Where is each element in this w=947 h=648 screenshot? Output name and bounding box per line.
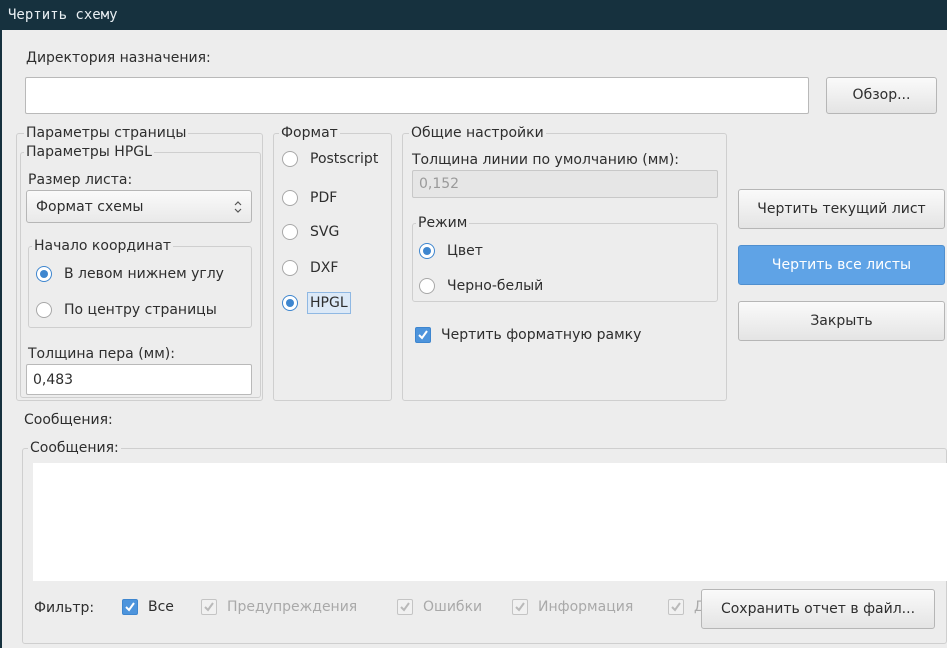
pen-width-input[interactable] bbox=[26, 364, 252, 395]
origin-option-label: В левом нижнем углу bbox=[64, 266, 224, 282]
mode-title: Режим bbox=[416, 215, 470, 231]
radio-selected-icon[interactable] bbox=[419, 243, 435, 259]
filter-errors-checkbox: Ошибки bbox=[397, 597, 497, 617]
plot-current-sheet-button[interactable]: Чертить текущий лист bbox=[738, 189, 945, 229]
radio-icon[interactable] bbox=[36, 302, 52, 318]
plot-all-sheets-button[interactable]: Чертить все листы bbox=[738, 245, 945, 285]
hpgl-params-title: Параметры HPGL bbox=[24, 144, 154, 160]
format-option-label: SVG bbox=[310, 224, 340, 240]
format-option-label: HPGL bbox=[307, 292, 351, 314]
format-option-pdf[interactable]: PDF bbox=[282, 188, 390, 208]
format-option-svg[interactable]: SVG bbox=[282, 222, 390, 242]
filter-label-text: Все bbox=[148, 599, 174, 615]
mode-option-bw[interactable]: Черно-белый bbox=[419, 276, 709, 296]
format-option-label: PDF bbox=[310, 190, 338, 206]
radio-icon[interactable] bbox=[282, 224, 298, 240]
format-title: Формат bbox=[279, 125, 340, 141]
save-report-button[interactable]: Сохранить отчет в файл... bbox=[701, 589, 935, 629]
format-option-dxf[interactable]: DXF bbox=[282, 258, 390, 278]
filter-info-checkbox: Информация bbox=[512, 597, 652, 617]
filter-actions-checkbox: Д bbox=[668, 597, 702, 617]
page-params-title: Параметры страницы bbox=[24, 125, 189, 141]
draw-frame-label: Чертить форматную рамку bbox=[441, 327, 642, 343]
general-title: Общие настройки bbox=[409, 125, 546, 141]
filter-all-checkbox[interactable]: Все bbox=[122, 597, 182, 617]
checkbox-disabled-icon bbox=[397, 599, 413, 615]
format-option-label: Postscript bbox=[310, 151, 379, 167]
origin-option-center[interactable]: По центру страницы bbox=[36, 300, 246, 320]
radio-icon[interactable] bbox=[419, 278, 435, 294]
origin-option-bottom-left[interactable]: В левом нижнем углу bbox=[36, 264, 246, 284]
browse-button[interactable]: Обзор... bbox=[826, 77, 937, 114]
close-button[interactable]: Закрыть bbox=[738, 301, 945, 341]
checkbox-checked-icon[interactable] bbox=[122, 599, 138, 615]
filter-warnings-checkbox: Предупреждения bbox=[201, 597, 381, 617]
messages-label: Сообщения: bbox=[24, 412, 113, 428]
output-dir-input[interactable] bbox=[25, 77, 809, 114]
messages-log[interactable] bbox=[33, 463, 947, 581]
sheet-size-label: Размер листа: bbox=[28, 172, 133, 188]
mode-option-label: Черно-белый bbox=[447, 278, 544, 294]
window-border bbox=[0, 30, 2, 648]
radio-icon[interactable] bbox=[282, 151, 298, 167]
checkbox-disabled-icon bbox=[512, 599, 528, 615]
output-dir-label: Директория назначения: bbox=[26, 50, 211, 66]
radio-icon[interactable] bbox=[282, 190, 298, 206]
sheet-size-select[interactable]: Формат схемы bbox=[26, 190, 252, 223]
window-title: Чертить схему bbox=[0, 0, 947, 30]
origin-option-label: По центру страницы bbox=[64, 302, 217, 318]
updown-chevron-icon bbox=[234, 201, 242, 213]
draw-frame-checkbox[interactable]: Чертить форматную рамку bbox=[415, 325, 715, 345]
line-width-input: 0,152 bbox=[412, 170, 718, 198]
checkbox-checked-icon[interactable] bbox=[415, 327, 431, 343]
radio-icon[interactable] bbox=[282, 260, 298, 276]
radio-selected-icon[interactable] bbox=[36, 266, 52, 282]
filter-label-text: Информация bbox=[538, 599, 634, 615]
sheet-size-value: Формат схемы bbox=[36, 199, 144, 215]
format-option-postscript[interactable]: Postscript bbox=[282, 149, 390, 169]
filter-label-text: Предупреждения bbox=[227, 599, 358, 615]
format-option-label: DXF bbox=[310, 260, 339, 276]
filter-label-text: Ошибки bbox=[423, 599, 483, 615]
format-option-hpgl[interactable]: HPGL bbox=[282, 292, 390, 314]
line-width-label: Толщина линии по умолчанию (мм): bbox=[412, 152, 680, 168]
checkbox-disabled-icon bbox=[668, 599, 684, 615]
pen-width-label: Толщина пера (мм): bbox=[28, 346, 175, 362]
origin-title: Начало координат bbox=[32, 238, 174, 254]
messages-group-title: Сообщения: bbox=[28, 440, 121, 456]
radio-selected-icon[interactable] bbox=[282, 295, 298, 311]
mode-option-label: Цвет bbox=[447, 243, 483, 259]
filter-label: Фильтр: bbox=[34, 600, 95, 616]
mode-option-color[interactable]: Цвет bbox=[419, 241, 709, 261]
checkbox-disabled-icon bbox=[201, 599, 217, 615]
